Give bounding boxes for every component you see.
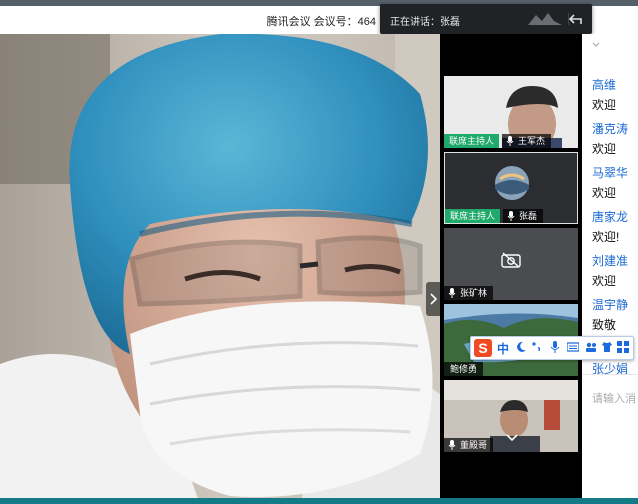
chat-divider [582,374,638,375]
speaking-indicator: 正在讲话：张磊 [380,4,592,34]
toolbox-grid-icon[interactable] [617,341,629,353]
ime-mode-toggle[interactable]: 中 [497,340,509,357]
participant-name: 张磊 [519,211,538,221]
chat-panel[interactable]: 高维 欢迎 潘克涛 欢迎 马翠华 欢迎 唐家龙 欢迎! 刘建准 欢迎 温宇静 致… [582,34,638,504]
participant-tile[interactable]: 张矿林 [444,228,578,300]
back-arrow-icon[interactable] [568,11,584,27]
chat-input[interactable]: 请输入消 [592,390,636,406]
participant-tile[interactable]: 联席主持人 王军杰 [444,76,578,148]
keyboard-icon[interactable] [567,341,579,353]
participant-name-chip: 王军杰 [502,134,552,148]
audio-wave-icon [528,13,562,25]
participant-name: 张矿林 [460,288,488,298]
chat-message: 欢迎 [592,274,617,288]
chat-sender: 唐家龙 [592,210,629,224]
participant-name: 董殿哥 [460,440,488,450]
participant-name-chip: 鲍修勇 [444,362,484,376]
meeting-title: 腾讯会议 会议号：464 [266,16,376,28]
main-video-feed[interactable] [0,34,440,504]
camera-off-icon [501,252,521,268]
cohost-tag: 联席主持人 [444,134,500,148]
skin-shirt-icon[interactable] [601,341,613,353]
chat-sender: 刘建准 [592,254,629,268]
taskbar-strip [0,498,638,504]
cohost-tag: 联席主持人 [445,209,501,223]
moon-icon[interactable] [515,341,527,353]
chat-message: 欢迎 [592,142,617,156]
chat-message: 欢迎 [592,186,617,200]
participant-name: 王军杰 [518,136,546,146]
chevron-right-icon [430,293,438,305]
chevron-down-icon[interactable] [506,434,518,442]
expand-panel-button[interactable] [426,282,440,316]
speaking-label: 正在讲话：张磊 [390,17,460,28]
chat-message: 欢迎! [592,230,620,244]
chat-sender: 马翠华 [592,166,629,180]
microphone-icon [448,440,456,450]
ime-logo[interactable]: S [474,339,492,357]
people-icon[interactable] [585,341,597,353]
microphone-icon [506,136,514,146]
chat-sender: 高维 [592,78,617,92]
participant-name-chip: 张磊 [503,209,544,223]
chat-message: 致敬 [592,318,617,332]
chevron-down-icon[interactable] [592,42,600,48]
participant-tile[interactable]: 董殿哥 [444,380,578,452]
participant-name-chip: 董殿哥 [444,438,494,452]
chat-message: 欢迎 [592,98,617,112]
chat-sender: 潘克涛 [592,122,629,136]
microphone-icon [507,211,515,221]
chat-sender: 温宇静 [592,298,629,312]
microphone-icon [448,288,456,298]
participant-tile[interactable]: 联席主持人 张磊 [444,152,578,224]
participant-name-chip: 张矿林 [444,286,494,300]
punctuation-icon[interactable] [531,341,543,353]
microphone-icon[interactable] [549,341,561,353]
ime-toolbar[interactable]: S 中 [470,336,634,360]
participant-name: 鲍修勇 [450,364,478,374]
participant-list[interactable]: 联席主持人 王军杰 联席主持人 张磊 张矿林 鲍修勇 董殿哥 [440,34,582,504]
speaker-video-image [0,34,440,504]
